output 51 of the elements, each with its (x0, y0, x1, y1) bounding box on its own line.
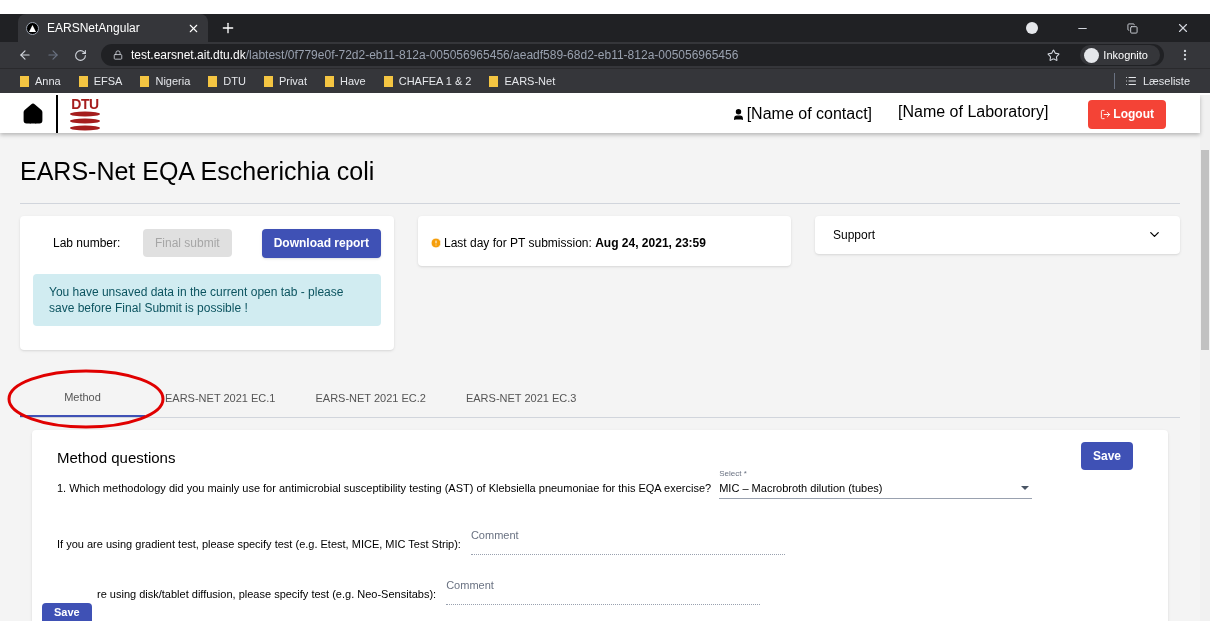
reload-icon[interactable] (74, 48, 87, 62)
tab[interactable]: EARS-NET 2021 EC.2 (295, 379, 446, 417)
person-icon (731, 107, 745, 121)
bookmark[interactable]: Nigeria (140, 72, 191, 90)
back-icon[interactable] (18, 48, 32, 62)
bookmark[interactable]: EFSA (78, 72, 123, 90)
question-text: re using disk/tablet diffusion, please specify test (e.g. Neo-Sensitabs): (97, 586, 437, 602)
logout-button[interactable]: Logout (1088, 99, 1166, 129)
bookmark[interactable]: Have (325, 72, 366, 90)
bookmark[interactable]: CHAFEA 1 & 2 (383, 72, 472, 90)
star-icon[interactable] (1047, 48, 1061, 62)
lock-icon (113, 50, 123, 60)
bookmark[interactable]: DTU (208, 72, 246, 90)
dropdown-arrow-icon (1021, 485, 1030, 490)
bookmark[interactable]: Privat (263, 72, 308, 90)
tab[interactable]: EARS-NET 2021 EC.3 (445, 379, 597, 417)
profile-chip[interactable]: Inkognito (1080, 45, 1160, 65)
contact-name: [Name of contact] (746, 104, 873, 124)
deadline-text: Last day for PT submission: Aug 24, 2021, 23:59 (444, 234, 706, 252)
warning-icon (430, 236, 442, 249)
angular-logo-icon (26, 21, 39, 35)
tab-title: EARSNetAngular (47, 20, 141, 37)
close-icon[interactable] (1176, 21, 1190, 35)
question-text: 1. Which methodology did you mainly use for antimicrobial susceptibility testing (AST) of Klebsiella pneumoniae for this EQA exercise? (57, 480, 712, 496)
list-icon (1124, 75, 1137, 87)
bookmark[interactable]: Anna (20, 72, 61, 90)
page-title: EARS-Net EQA Escherichia coli (20, 133, 1180, 204)
restore-icon[interactable] (1127, 22, 1138, 34)
comment-field[interactable]: Comment (446, 577, 761, 605)
support-panel[interactable]: Support (815, 215, 1180, 254)
address-bar[interactable]: test.earsnet.ait.dtu.dk/labtest/0f779e0f-72d2-eb11-812a-005056965456/aeadf589-68d2-eb11-812a-005056965456 Inkognito (101, 44, 1164, 66)
lab-number-label: Lab number: (53, 235, 122, 252)
forward-icon[interactable] (46, 48, 60, 62)
new-tab-icon[interactable] (220, 20, 236, 36)
unsaved-data-alert: You have unsaved data in the current open tab - please save before Final Submit is possible ! (33, 273, 381, 326)
logout-icon (1100, 108, 1112, 120)
method-questions-title: Method questions (57, 447, 176, 468)
url-text: test.earsnet.ait.dtu.dk/labtest/0f779e0f-72d2-eb11-812a-005056965456/aeadf589-68d2-eb11-812a-005056965456 (131, 47, 739, 64)
laboratory-name: [Name of Laboratory] (898, 101, 1049, 122)
floating-save-button[interactable]: Save (42, 603, 92, 621)
home-icon[interactable] (22, 103, 44, 125)
bookmark[interactable]: EARS-Net (489, 72, 556, 90)
dtu-logo[interactable]: DTU (70, 97, 100, 131)
browser-tab[interactable]: EARSNetAngular (18, 14, 208, 42)
comment-field[interactable]: Comment (470, 527, 785, 555)
tab[interactable]: EARS-NET 2021 EC.1 (145, 379, 296, 417)
methodology-select[interactable]: Select * MIC – Macrobroth dilution (tubes) (719, 467, 1033, 499)
reading-list[interactable]: Læseliste (1124, 72, 1190, 90)
question-text: If you are using gradient test, please specify test (e.g. Etest, MICE, MIC Test Strip): (57, 536, 461, 552)
download-report-button[interactable]: Download report (261, 228, 381, 258)
save-button[interactable]: Save (1080, 441, 1133, 470)
